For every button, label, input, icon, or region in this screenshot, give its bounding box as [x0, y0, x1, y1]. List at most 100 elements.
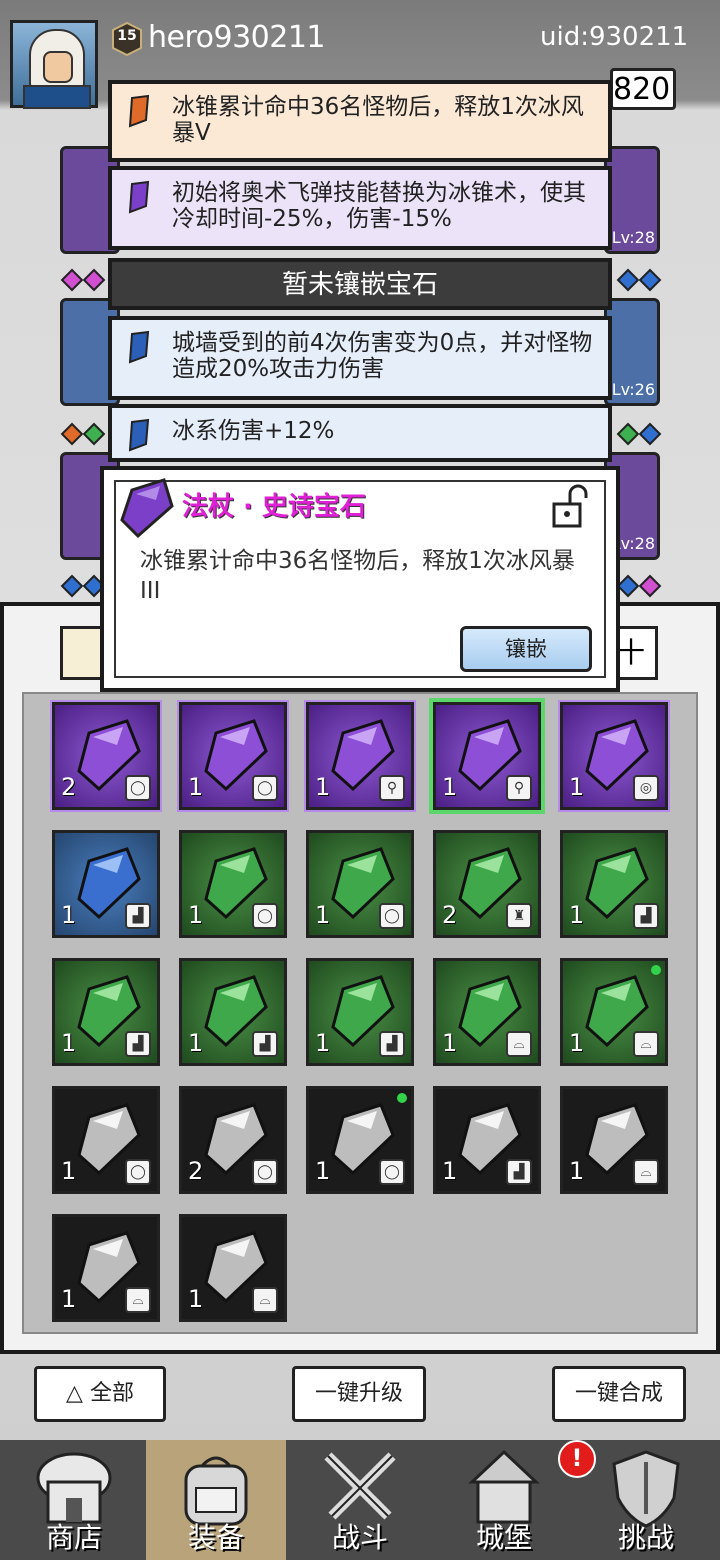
merge-all-button[interactable]: 一键合成: [552, 1366, 686, 1422]
gem-count: 1: [61, 1029, 77, 1057]
necklace-slot-icon: ◎: [633, 775, 659, 801]
hat-slot-icon: ⌓: [506, 1031, 532, 1057]
nav-battle[interactable]: 战斗: [290, 1440, 430, 1560]
gem-effect-card-2: 初始将奥术飞弹技能替换为冰锥术，使其冷却时间-25%，伤害-15%: [108, 166, 612, 250]
gem-slot[interactable]: 1 ⌓: [52, 1214, 160, 1322]
blue-gem-icon: [128, 418, 150, 452]
upgrade-all-button[interactable]: 一键升级: [292, 1366, 426, 1422]
gem-effect-card-3: 城墙受到的前4次伤害变为0点，并对怪物造成20%攻击力伤害: [108, 316, 612, 400]
gem-slot[interactable]: 1 ▟: [306, 958, 414, 1066]
gem-slot[interactable]: 1 ▟: [179, 958, 287, 1066]
equip-slot-right-2[interactable]: Lv:26: [604, 298, 660, 406]
gem-slot[interactable]: 2 ◯: [179, 1086, 287, 1194]
ring-slot-icon: ◯: [379, 1159, 405, 1185]
gem-slot[interactable]: 1 ▟: [433, 1086, 541, 1194]
player-avatar[interactable]: [10, 20, 98, 109]
hat-slot-icon: ⌓: [633, 1159, 659, 1185]
triangle-up-icon: △: [66, 1381, 90, 1406]
gem-description: 冰锥累计命中36名怪物后，释放1次冰风暴III: [140, 548, 575, 604]
hat-slot-icon: ⌓: [633, 1031, 659, 1057]
gem-count: 2: [188, 1157, 204, 1185]
hat-slot-icon: ⌓: [252, 1287, 278, 1313]
boots-slot-icon: ▟: [633, 903, 659, 929]
epic-purple-gem-icon: [120, 478, 174, 539]
nav-shop[interactable]: 商店: [4, 1440, 144, 1560]
gem-slot[interactable]: 2 ◯: [52, 702, 160, 810]
gem-count: 1: [61, 901, 77, 929]
gem-count: 1: [569, 1157, 585, 1185]
gem-effect-text: 初始将奥术飞弹技能替换为冰锥术，使其冷却时间-25%，伤害-15%: [172, 180, 586, 232]
gem-effect-text: 城墙受到的前4次伤害变为0点，并对怪物造成20%攻击力伤害: [172, 330, 593, 382]
nav-label: 挑战: [617, 1521, 674, 1554]
armor-slot-icon: ♜: [506, 903, 532, 929]
gem-slot[interactable]: 1 ◯: [179, 830, 287, 938]
gem-slot[interactable]: 1 ⌓: [179, 1214, 287, 1322]
boots-slot-icon: ▟: [125, 903, 151, 929]
player-level: 15: [117, 28, 137, 44]
ring-slot-icon: ◯: [252, 775, 278, 801]
nav-label: 装备: [187, 1521, 244, 1554]
ring-slot-icon: ◯: [379, 903, 405, 929]
gem-slot[interactable]: 1 ⌓: [433, 958, 541, 1066]
new-indicator-dot: [397, 1093, 407, 1103]
nav-equipment[interactable]: 装备: [146, 1440, 286, 1560]
gem-slot[interactable]: 1 ⚲: [306, 702, 414, 810]
ring-slot-icon: ◯: [125, 1159, 151, 1185]
nav-label: 城堡: [475, 1521, 532, 1554]
gem-count: 1: [315, 773, 331, 801]
nav-challenge[interactable]: 挑战: [576, 1440, 716, 1560]
gem-count: 1: [188, 901, 204, 929]
gem-count: 1: [315, 1029, 331, 1057]
gem-effect-text: 冰系伤害+12%: [172, 418, 335, 444]
gem-slot[interactable]: 1 ◯: [306, 830, 414, 938]
unlocked-padlock-icon[interactable]: [550, 484, 590, 530]
gem-slot[interactable]: 1 ⌓: [560, 1086, 668, 1194]
gem-slot[interactable]: 1 ◯: [52, 1086, 160, 1194]
inlay-button[interactable]: 镶嵌: [460, 626, 592, 672]
hat-slot-icon: ⌓: [125, 1287, 151, 1313]
gem-count: 1: [188, 1285, 204, 1313]
player-name: hero930211: [148, 20, 326, 55]
nav-castle[interactable]: 城堡: [434, 1440, 574, 1560]
gem-count: 1: [442, 1029, 458, 1057]
gem-count: 2: [61, 773, 77, 801]
orange-gem-icon: [128, 94, 150, 128]
gem-slot[interactable]: 1 ◯: [306, 1086, 414, 1194]
ring-slot-icon: ◯: [252, 903, 278, 929]
boots-slot-icon: ▟: [252, 1031, 278, 1057]
gem-slot[interactable]: 2 ♜: [433, 830, 541, 938]
gem-slot[interactable]: 1 ▟: [560, 830, 668, 938]
boots-slot-icon: ▟: [506, 1159, 532, 1185]
currency-amount: 820: [610, 68, 676, 110]
new-indicator-dot: [651, 965, 661, 975]
gem-slot[interactable]: 1 ◎: [560, 702, 668, 810]
gem-count: 1: [569, 773, 585, 801]
filter-all-label: 全部: [89, 1381, 134, 1406]
blue-gem-icon: [128, 330, 150, 364]
gem-count: 1: [442, 1157, 458, 1185]
gem-slot[interactable]: 1 ▟: [52, 958, 160, 1066]
gem-effect-card-1: 冰锥累计命中36名怪物后，释放1次冰风暴V: [108, 80, 612, 162]
gem-slot[interactable]: 1 ◯: [179, 702, 287, 810]
boots-slot-icon: ▟: [125, 1031, 151, 1057]
gem-title: 法杖 · 史诗宝石: [182, 492, 366, 522]
empty-socket-card: 暂未镶嵌宝石: [108, 258, 612, 310]
gem-slot[interactable]: 1 ⌓: [560, 958, 668, 1066]
boots-slot-icon: ▟: [379, 1031, 405, 1057]
equip-slot-right-1[interactable]: Lv:28: [604, 146, 660, 254]
gem-effect-text: 冰锥累计命中36名怪物后，释放1次冰风暴V: [172, 94, 584, 146]
gem-slot[interactable]: 1 ⚲: [433, 702, 541, 810]
purple-gem-icon: [128, 180, 150, 214]
ring-slot-icon: ◯: [252, 1159, 278, 1185]
nav-label: 商店: [45, 1521, 102, 1554]
gem-count: 1: [569, 901, 585, 929]
equip-level: Lv:28: [611, 228, 655, 247]
filter-all-button[interactable]: △ 全部: [34, 1366, 166, 1422]
player-uid: uid:930211: [540, 22, 689, 52]
nav-label: 战斗: [331, 1521, 388, 1554]
equip-level: Lv:26: [611, 380, 655, 399]
gem-slot[interactable]: 1 ▟: [52, 830, 160, 938]
gem-count: 1: [188, 773, 204, 801]
gem-count: 1: [61, 1285, 77, 1313]
staff-slot-icon: ⚲: [379, 775, 405, 801]
